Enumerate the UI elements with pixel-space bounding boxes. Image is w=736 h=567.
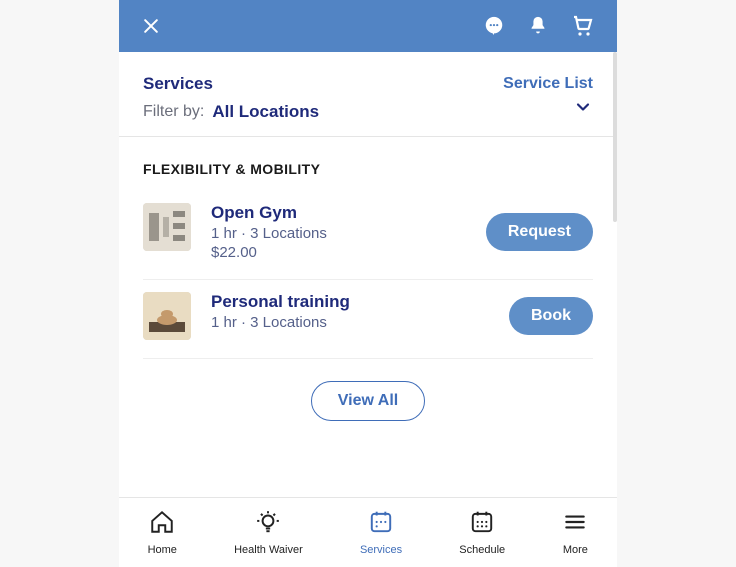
category-title: FLEXIBILITY & MOBILITY: [143, 161, 593, 177]
lightbulb-icon: [255, 509, 281, 540]
gutter-left: [0, 0, 119, 567]
bottom-nav: Home Health Waiver Services Schedule: [119, 497, 617, 567]
header-section: Services Service List Filter by: All Loc…: [119, 52, 617, 137]
nav-home[interactable]: Home: [148, 509, 177, 556]
header-row: Services Service List: [143, 74, 593, 94]
service-price: $22.00: [211, 244, 486, 261]
request-button[interactable]: Request: [486, 213, 593, 251]
service-thumbnail: [143, 203, 191, 251]
nav-label: Schedule: [459, 544, 505, 556]
service-meta: 1 hr · 3 Locations: [211, 314, 509, 331]
nav-label: Home: [148, 544, 177, 556]
service-name[interactable]: Personal training: [211, 292, 509, 312]
service-list-link[interactable]: Service List: [503, 75, 593, 93]
chevron-down-icon[interactable]: [573, 97, 593, 122]
cart-icon[interactable]: [571, 14, 595, 38]
nav-services[interactable]: Services: [360, 509, 402, 556]
top-bar: [119, 0, 617, 52]
home-icon: [149, 509, 175, 540]
filter-label: Filter by:: [143, 103, 204, 121]
service-name[interactable]: Open Gym: [211, 203, 486, 223]
nav-label: Services: [360, 544, 402, 556]
bell-icon[interactable]: [527, 15, 549, 37]
app-frame: Services Service List Filter by: All Loc…: [0, 0, 736, 567]
menu-icon: [562, 509, 588, 540]
chat-icon[interactable]: [483, 15, 505, 37]
service-info: Open Gym 1 hr · 3 Locations $22.00: [211, 203, 486, 261]
gutter-right: [617, 0, 736, 567]
filter-value[interactable]: All Locations: [212, 102, 319, 122]
top-bar-right: [483, 14, 595, 38]
service-row: Open Gym 1 hr · 3 Locations $22.00 Reque…: [143, 191, 593, 280]
nav-label: Health Waiver: [234, 544, 303, 556]
page: Services Service List Filter by: All Loc…: [119, 0, 617, 567]
scrollbar[interactable]: [613, 52, 617, 222]
top-bar-left: [141, 16, 161, 36]
calendar-dots-icon: [368, 509, 394, 540]
view-all-wrap: View All: [143, 359, 593, 451]
nav-label: More: [563, 544, 588, 556]
category-section: FLEXIBILITY & MOBILITY Open Gym 1 hr · 3…: [119, 137, 617, 451]
book-button[interactable]: Book: [509, 297, 593, 335]
nav-schedule[interactable]: Schedule: [459, 509, 505, 556]
service-info: Personal training 1 hr · 3 Locations: [211, 292, 509, 333]
calendar-icon: [469, 509, 495, 540]
service-row: Personal training 1 hr · 3 Locations Boo…: [143, 280, 593, 359]
filter-row: Filter by: All Locations: [143, 102, 593, 122]
service-thumbnail: [143, 292, 191, 340]
nav-more[interactable]: More: [562, 509, 588, 556]
service-meta: 1 hr · 3 Locations: [211, 225, 486, 242]
close-icon[interactable]: [141, 16, 161, 36]
view-all-button[interactable]: View All: [311, 381, 425, 421]
page-title: Services: [143, 74, 213, 94]
nav-health-waiver[interactable]: Health Waiver: [234, 509, 303, 556]
